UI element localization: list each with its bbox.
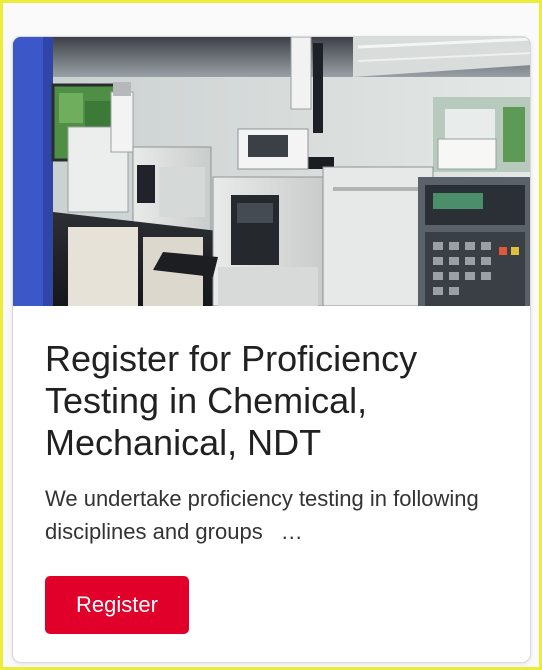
card-description: We undertake proficiency testing in foll… — [45, 482, 481, 548]
card-description-text: We undertake proficiency testing in foll… — [45, 486, 479, 544]
ellipsis-text: … — [280, 519, 303, 544]
page-frame: Register for Proficiency Testing in Chem… — [0, 0, 542, 670]
card-body: Register for Proficiency Testing in Chem… — [45, 338, 505, 548]
proficiency-testing-card: Register for Proficiency Testing in Chem… — [12, 36, 531, 663]
card-image — [13, 37, 530, 306]
register-button[interactable]: Register — [45, 576, 189, 634]
card-title: Register for Proficiency Testing in Chem… — [45, 338, 418, 463]
